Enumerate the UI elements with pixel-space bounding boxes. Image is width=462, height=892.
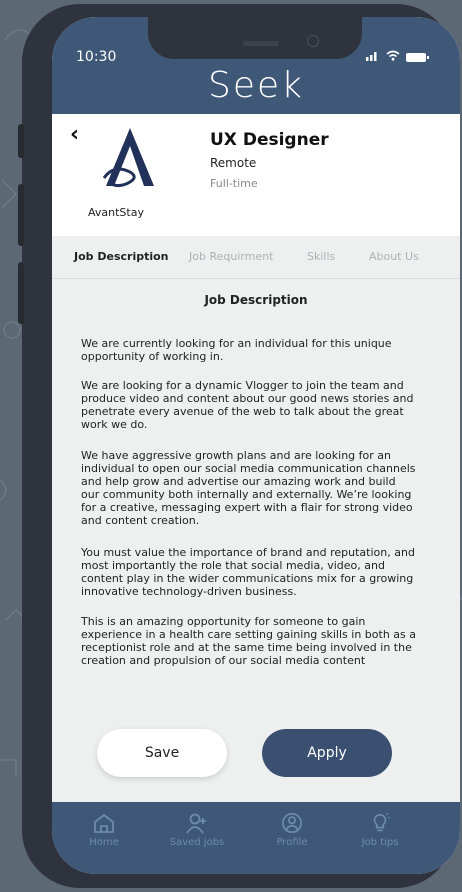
status-icons	[366, 49, 429, 65]
app-logo: Seek	[208, 65, 304, 106]
app-screen: 10:30 Seek ‹ AvantStay UX Designer Remot…	[52, 17, 460, 874]
job-title: UX Designer	[210, 130, 329, 150]
profile-icon	[282, 813, 302, 833]
nav-item-home[interactable]: Home	[64, 812, 144, 848]
nav-label-job-tips: Job tips	[361, 837, 399, 848]
phone-side-button	[18, 184, 24, 246]
phone-camera	[307, 35, 319, 47]
nav-item-profile[interactable]: Profile	[252, 812, 332, 848]
lightbulb-icon	[373, 812, 391, 832]
nav-item-saved-jobs[interactable]: Saved jobs	[157, 812, 237, 848]
tab-about-us[interactable]: About Us	[369, 250, 419, 263]
nav-item-job-tips[interactable]: Job tips	[340, 812, 420, 848]
description-paragraph: We are looking for a dynamic Vlogger to …	[81, 379, 414, 431]
status-time: 10:30	[76, 49, 117, 65]
company-logo	[102, 128, 154, 188]
job-location: Remote	[210, 156, 257, 170]
nav-label-home: Home	[89, 837, 119, 848]
phone-side-button	[18, 262, 24, 324]
job-header-card: ‹ AvantStay UX Designer Remote Full-time	[52, 114, 460, 236]
phone-notch	[148, 17, 362, 59]
tab-skills[interactable]: Skills	[307, 250, 335, 263]
description-paragraph: We have aggressive growth plans and are …	[81, 449, 416, 527]
job-description-content: Job Description We are currently looking…	[52, 279, 460, 801]
description-paragraph: You must value the importance of brand a…	[81, 546, 415, 598]
saved-jobs-icon	[186, 813, 206, 834]
section-title: Job Description	[204, 293, 308, 307]
save-button[interactable]: Save	[97, 729, 227, 777]
nav-label-profile: Profile	[276, 837, 308, 848]
description-paragraph: We are currently looking for an individu…	[81, 337, 392, 363]
tab-job-requirment[interactable]: Job Requirment	[189, 250, 273, 263]
bottom-nav: Home Saved jobs Profile Job tips	[52, 802, 460, 874]
job-tabs: Job Description Job Requirment Skills Ab…	[52, 236, 460, 279]
phone-frame: 10:30 Seek ‹ AvantStay UX Designer Remot…	[18, 4, 460, 888]
back-arrow-icon[interactable]: ‹	[70, 122, 79, 147]
company-name: AvantStay	[88, 206, 144, 219]
signal-icon	[366, 50, 380, 65]
job-type: Full-time	[210, 177, 258, 190]
phone-speaker	[243, 41, 279, 46]
tab-job-description[interactable]: Job Description	[74, 250, 169, 263]
phone-side-button	[18, 124, 24, 158]
home-icon	[94, 813, 114, 833]
wifi-icon	[386, 49, 400, 65]
description-paragraph: This is an amazing opportunity for someo…	[81, 615, 416, 667]
apply-button[interactable]: Apply	[262, 729, 392, 777]
battery-icon	[406, 52, 429, 62]
nav-label-saved-jobs: Saved jobs	[169, 837, 225, 848]
